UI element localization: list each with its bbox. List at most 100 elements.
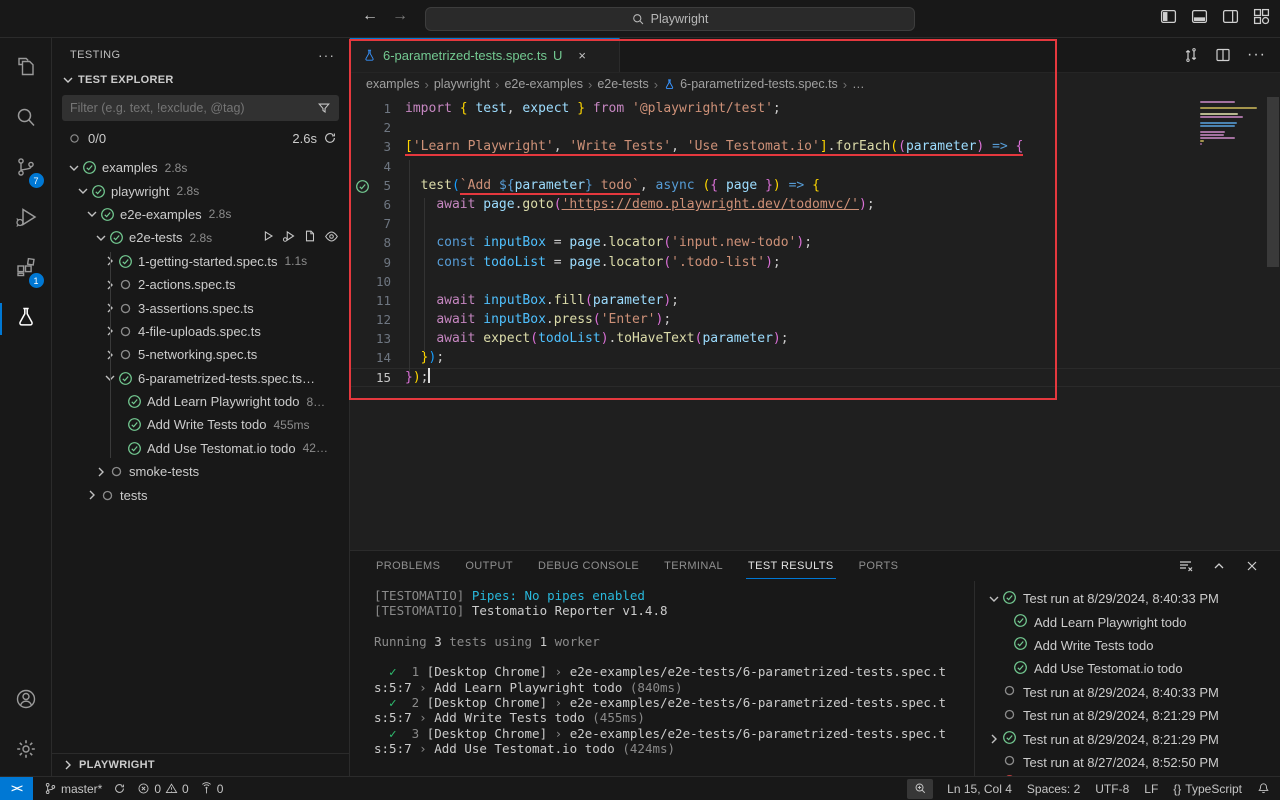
code-line[interactable]: 2 [350,118,1280,137]
code-line[interactable]: 12 await inputBox.press('Enter'); [350,310,1280,329]
notifications-bell[interactable] [1257,782,1270,795]
code-line[interactable]: 9 const todoList = page.locator('.todo-l… [350,253,1280,272]
test-tree-item[interactable]: 6-parametrized-tests.spec.ts… [52,367,349,390]
code-line[interactable]: 8 const inputBox = page.locator('input.n… [350,233,1280,252]
language-status[interactable]: {} TypeScript [1173,782,1242,796]
cursor-position[interactable]: Ln 15, Col 4 [947,782,1012,796]
breadcrumb-item[interactable]: examples [366,77,420,91]
test-tree-item[interactable]: Add Write Tests todo455ms [52,413,349,436]
test-filter-box[interactable] [62,95,339,121]
close-icon[interactable]: × [578,48,586,63]
code-line[interactable]: 14 }); [350,348,1280,367]
breadcrumb-item[interactable]: e2e-examples [504,77,583,91]
panel-tab-debug-console[interactable]: DEBUG CONSOLE [536,553,641,579]
activity-bar-item-extensions[interactable]: 1 [0,244,52,294]
close-panel-icon[interactable] [1244,558,1260,574]
more-actions-icon[interactable]: ··· [318,47,335,63]
code-line[interactable]: 6 await page.goto('https://demo.playwrig… [350,195,1280,214]
test-tree-item[interactable]: 3-assertions.spec.ts [52,296,349,319]
test-tree-item[interactable]: examples2.8s [52,156,349,179]
playwright-section-header[interactable]: PLAYWRIGHT [52,753,349,776]
test-tree-item[interactable]: 1-getting-started.spec.ts1.1s [52,250,349,273]
test-tree-item[interactable]: 5-networking.spec.ts [52,343,349,366]
code-line[interactable]: 15}); [350,368,1280,387]
code-line[interactable]: 1import { test, expect } from '@playwrig… [350,99,1280,118]
code-line[interactable]: 5 test(`Add ${parameter} todo`, async ({… [350,176,1280,195]
compare-changes-icon[interactable] [1183,47,1199,63]
activity-bar-item-search[interactable] [0,94,52,144]
more-actions-icon[interactable]: ··· [1247,46,1266,64]
test-tree-item[interactable]: Add Learn Playwright todo8… [52,390,349,413]
activity-bar-item-source-control[interactable]: 7 [0,144,52,194]
test-run-item[interactable]: Add Write Tests todo [975,634,1280,657]
refresh-icon[interactable] [323,131,337,145]
test-run-item[interactable]: Add Use Testomat.io todo [975,657,1280,680]
breadcrumb-item[interactable]: playwright [434,77,490,91]
test-tree-item[interactable]: playwright2.8s [52,179,349,202]
encoding-status[interactable]: UTF-8 [1095,782,1129,796]
toggle-sidebar-right-icon[interactable] [1222,8,1239,25]
activity-bar-item-accounts[interactable] [0,676,52,726]
panel-tab-test-results[interactable]: TEST RESULTS [746,553,836,579]
clear-output-icon[interactable] [1178,558,1194,574]
code-line[interactable]: 4 [350,157,1280,176]
goto-test-icon[interactable] [303,229,317,247]
test-run-item[interactable]: Test run at 8/27/2024, 8:52:50 PM [975,751,1280,774]
activity-bar-item-testing[interactable] [0,294,52,344]
remote-indicator[interactable]: >< [0,777,33,800]
run-test-icon[interactable] [261,229,275,247]
filter-icon[interactable] [317,101,331,115]
code-line[interactable]: 11 await inputBox.fill(parameter); [350,291,1280,310]
command-center-search[interactable]: Playwright [425,7,915,31]
split-editor-icon[interactable] [1215,47,1231,63]
test-run-item[interactable]: Test run at 8/29/2024, 8:21:29 PM [975,727,1280,750]
sync-status[interactable] [113,782,126,795]
test-tree-item[interactable]: tests [52,483,349,506]
test-tree-item[interactable]: 4-file-uploads.spec.ts [52,320,349,343]
toggle-sidebar-left-icon[interactable] [1160,8,1177,25]
panel-tab-terminal[interactable]: TERMINAL [662,553,725,579]
test-tree-item[interactable]: smoke-tests [52,460,349,483]
editor-tab[interactable]: 6-parametrized-tests.spec.ts U × [350,38,620,72]
test-run-item[interactable]: Test run at 8/29/2024, 8:40:33 PM [975,681,1280,704]
test-run-item[interactable]: Test run at 8/29/2024, 8:21:29 PM [975,704,1280,727]
customize-layout-icon[interactable] [1253,8,1270,25]
git-branch-status[interactable]: master* [44,782,102,796]
code-line[interactable]: 7 [350,214,1280,233]
problems-status[interactable]: 0 0 [137,782,188,796]
breadcrumb-item[interactable]: e2e-tests [597,77,648,91]
activity-bar-item-run-debug[interactable] [0,194,52,244]
activity-bar-item-settings[interactable] [0,726,52,776]
panel-tab-ports[interactable]: PORTS [857,553,901,579]
indentation-status[interactable]: Spaces: 2 [1027,782,1080,796]
ports-status[interactable]: 0 [200,782,224,796]
activity-bar-item-explorer[interactable] [0,44,52,94]
test-run-item[interactable]: Test run at 8/29/2024, 8:40:33 PM [975,587,1280,610]
eol-status[interactable]: LF [1144,782,1158,796]
debug-test-icon[interactable] [282,229,296,247]
panel-tab-output[interactable]: OUTPUT [463,553,515,579]
code-line[interactable]: 3['Learn Playwright', 'Write Tests', 'Us… [350,137,1280,156]
back-icon[interactable]: ← [362,7,378,25]
test-explorer-header[interactable]: TEST EXPLORER [52,68,349,92]
code-editor[interactable]: 1import { test, expect } from '@playwrig… [350,95,1280,550]
zoom-indicator[interactable] [907,779,933,799]
test-tree-item[interactable]: 2-actions.spec.ts [52,273,349,296]
test-run-item[interactable]: Add Learn Playwright todo [975,610,1280,633]
code-line[interactable]: 13 await expect(todoList).toHaveText(par… [350,329,1280,348]
forward-icon[interactable]: → [392,7,408,25]
code-line[interactable]: 10 [350,272,1280,291]
test-tree-item[interactable]: e2e-examples2.8s [52,203,349,226]
minimap[interactable] [1200,99,1262,146]
panel-tab-problems[interactable]: PROBLEMS [374,553,442,579]
watch-test-icon[interactable] [324,229,339,247]
breadcrumb-item[interactable]: 6-parametrized-tests.spec.ts [663,77,838,91]
maximize-panel-icon[interactable] [1211,558,1227,574]
test-filter-input[interactable] [70,101,317,115]
editor-scrollbar[interactable] [1266,95,1280,550]
breadcrumb-item[interactable]: … [852,77,865,91]
test-results-output[interactable]: [TESTOMATIO] Pipes: No pipes enabled[TES… [350,581,975,776]
test-tree-item[interactable]: e2e-tests2.8s [52,226,349,249]
test-tree-item[interactable]: Add Use Testomat.io todo42… [52,437,349,460]
toggle-panel-icon[interactable] [1191,8,1208,25]
